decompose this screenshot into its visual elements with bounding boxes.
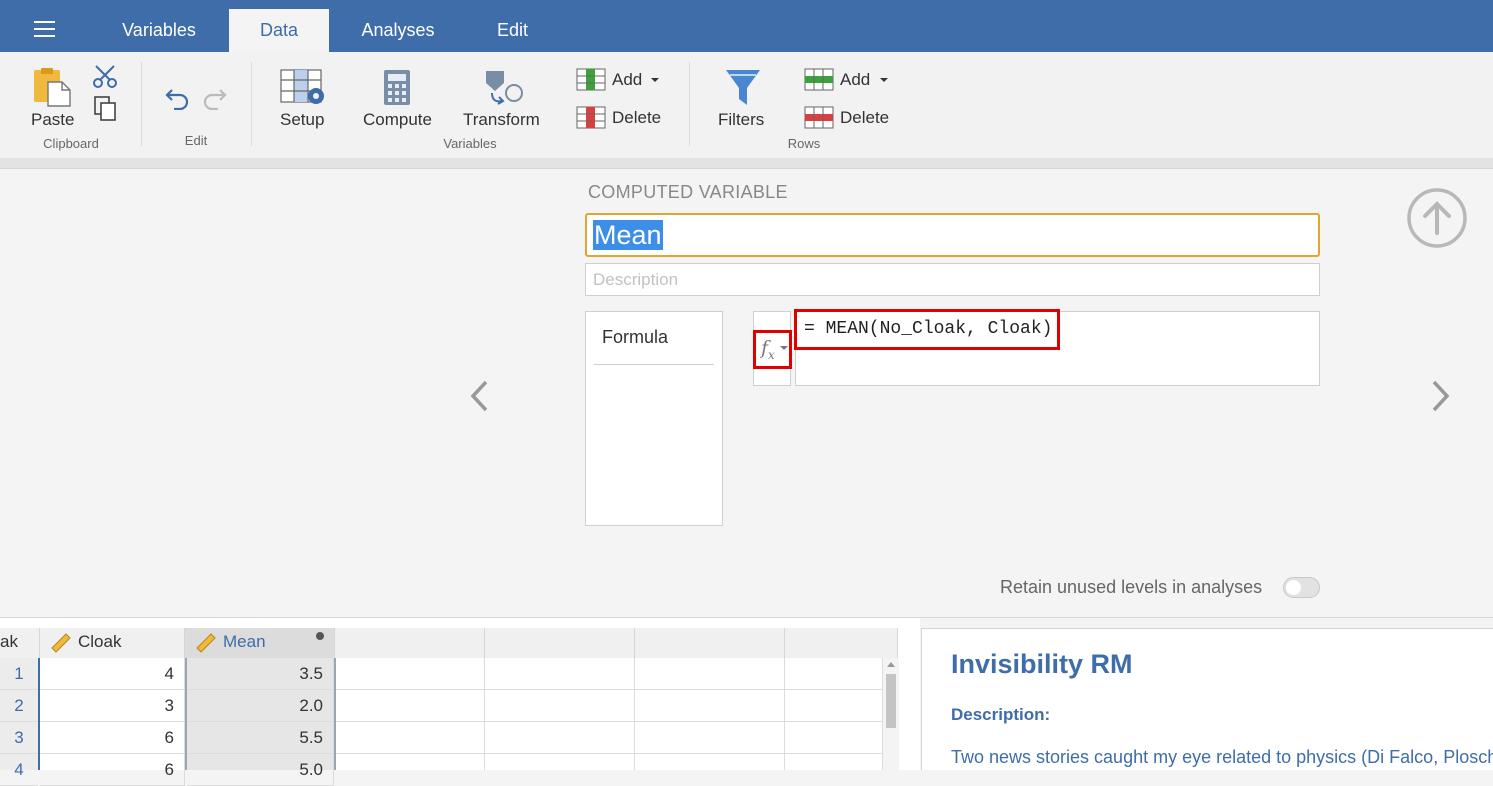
column-header-mean[interactable]: Mean bbox=[185, 628, 335, 658]
edit-group-label: Edit bbox=[184, 133, 208, 148]
results-panel: Invisibility RM Description: Two news st… bbox=[921, 628, 1493, 770]
column-header-empty[interactable] bbox=[635, 628, 785, 658]
delete-row-icon bbox=[804, 106, 834, 129]
add-row-button[interactable]: Add bbox=[804, 68, 896, 94]
tab-data[interactable]: Data bbox=[229, 9, 329, 52]
upload-arrow-icon[interactable] bbox=[1406, 187, 1468, 249]
results-description-label: Description: bbox=[951, 705, 1051, 724]
row-number[interactable]: 4 bbox=[0, 754, 38, 786]
divider bbox=[594, 364, 714, 365]
empty-columns bbox=[336, 658, 882, 770]
cut-icon[interactable] bbox=[92, 64, 118, 90]
table-cell[interactable]: 3.5 bbox=[187, 658, 334, 690]
compute-icon bbox=[384, 70, 410, 105]
mean-column: 3.5 2.0 5.5 5.0 bbox=[185, 658, 336, 786]
chevron-right-icon[interactable] bbox=[1428, 378, 1452, 414]
transform-icon bbox=[486, 71, 523, 105]
variables-group-label: Variables bbox=[443, 136, 497, 151]
variable-name-input[interactable]: Mean bbox=[585, 213, 1320, 257]
cloak-column: 4 3 6 6 bbox=[40, 658, 185, 786]
rows-group-label: Rows bbox=[787, 136, 821, 151]
column-header-empty[interactable] bbox=[485, 628, 635, 658]
filter-icon bbox=[726, 70, 760, 105]
tab-analyses[interactable]: Analyses bbox=[338, 9, 458, 52]
chevron-left-icon[interactable] bbox=[468, 378, 492, 414]
column-header-empty[interactable] bbox=[785, 628, 898, 658]
row-number[interactable]: 2 bbox=[0, 690, 38, 722]
fx-button[interactable]: fx bbox=[753, 330, 792, 369]
column-header-cloak[interactable]: Cloak bbox=[40, 628, 185, 658]
ruler-icon bbox=[196, 633, 216, 653]
filters-button[interactable]: Filters bbox=[712, 66, 774, 132]
row-number[interactable]: 1 bbox=[0, 658, 38, 690]
compute-button[interactable]: Compute bbox=[360, 66, 436, 132]
setup-icon bbox=[280, 69, 324, 104]
table-cell[interactable]: 3 bbox=[40, 690, 185, 722]
ruler-icon bbox=[51, 633, 71, 653]
table-cell[interactable]: 5.0 bbox=[187, 754, 334, 786]
redo-icon[interactable] bbox=[200, 84, 228, 110]
results-body-text: Two news stories caught my eye related t… bbox=[951, 747, 1493, 767]
description-input[interactable]: Description bbox=[585, 263, 1320, 296]
menu-icon[interactable] bbox=[22, 16, 66, 46]
undo-icon[interactable] bbox=[164, 84, 192, 110]
scroll-up-icon[interactable] bbox=[887, 661, 895, 667]
variable-name-text: Mean bbox=[593, 220, 663, 250]
ribbon-bottom-strip bbox=[0, 158, 1493, 169]
formula-highlight: = MEAN(No_Cloak, Cloak) bbox=[794, 309, 1060, 350]
ribbon-divider bbox=[251, 62, 252, 146]
table-cell[interactable]: 2.0 bbox=[187, 690, 334, 722]
formula-tab[interactable]: Formula bbox=[602, 327, 668, 348]
grid-scrollbar[interactable] bbox=[882, 658, 899, 770]
setup-button[interactable]: Setup bbox=[273, 66, 335, 132]
retain-levels-label: Retain unused levels in analyses bbox=[1000, 577, 1263, 597]
ribbon-divider bbox=[141, 62, 142, 146]
row-number[interactable]: 3 bbox=[0, 722, 38, 754]
table-cell[interactable]: 6 bbox=[40, 722, 185, 754]
computed-dot-icon bbox=[316, 632, 324, 640]
paste-icon bbox=[34, 68, 71, 107]
formula-text: = MEAN(No_Cloak, Cloak) bbox=[804, 319, 1053, 339]
results-title: Invisibility RM bbox=[951, 649, 1133, 679]
table-cell[interactable]: 6 bbox=[40, 754, 185, 786]
add-row-icon bbox=[804, 68, 834, 91]
top-bar: Variables Data Analyses Edit bbox=[0, 0, 1493, 52]
add-variable-button[interactable]: Add bbox=[576, 68, 668, 94]
retain-levels-toggle[interactable] bbox=[1283, 577, 1320, 598]
tab-edit[interactable]: Edit bbox=[475, 9, 550, 52]
delete-row-button[interactable]: Delete bbox=[804, 106, 896, 132]
column-header-empty[interactable] bbox=[335, 628, 485, 658]
ribbon-divider bbox=[689, 62, 690, 146]
row-header-column: 1 2 3 4 bbox=[0, 658, 40, 786]
ribbon-toolbar: Paste Clipboard Edit Setup Compute Trans… bbox=[0, 52, 1493, 158]
toggle-knob bbox=[1286, 580, 1301, 595]
transform-button[interactable]: Transform bbox=[462, 66, 546, 132]
formula-panel: Formula bbox=[585, 311, 723, 526]
dropdown-caret-icon bbox=[651, 78, 659, 82]
table-cell[interactable]: 4 bbox=[40, 658, 185, 690]
paste-button[interactable]: Paste bbox=[24, 66, 84, 132]
description-placeholder: Description bbox=[593, 270, 679, 289]
scroll-thumb[interactable] bbox=[886, 674, 896, 728]
dropdown-caret-icon bbox=[880, 78, 888, 82]
copy-icon[interactable] bbox=[94, 96, 118, 122]
tab-variables[interactable]: Variables bbox=[89, 9, 229, 52]
table-cell[interactable]: 5.5 bbox=[187, 722, 334, 754]
delete-variable-icon bbox=[576, 106, 606, 129]
delete-variable-button[interactable]: Delete bbox=[576, 106, 668, 132]
add-variable-icon bbox=[576, 68, 606, 91]
column-header-partial[interactable]: ak bbox=[0, 628, 40, 658]
clipboard-group-label: Clipboard bbox=[43, 136, 99, 151]
fx-icon: fx bbox=[761, 337, 775, 362]
editor-heading: COMPUTED VARIABLE bbox=[588, 182, 788, 202]
dropdown-caret-icon bbox=[780, 346, 788, 350]
